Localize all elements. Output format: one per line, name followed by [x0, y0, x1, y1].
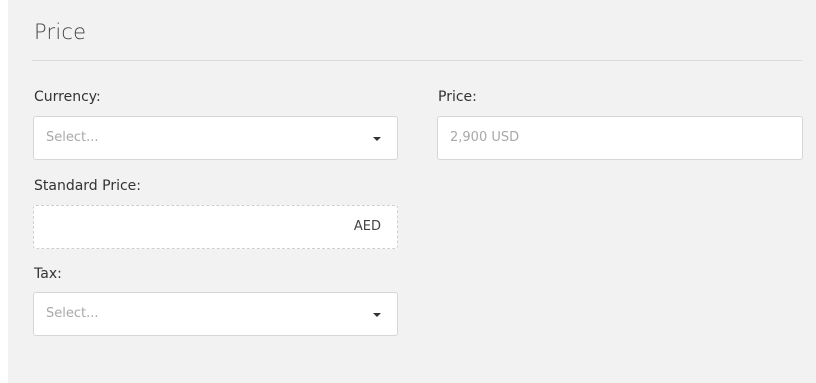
currency-label: Currency:: [34, 89, 101, 105]
standard-price-field[interactable]: AED: [33, 205, 398, 249]
section-title: Price: [34, 20, 87, 44]
currency-select-placeholder: Select...: [46, 130, 99, 145]
price-label: Price:: [438, 89, 477, 105]
chevron-down-icon: [373, 313, 381, 317]
tax-label: Tax:: [34, 266, 62, 282]
standard-price-currency-suffix: AED: [353, 219, 381, 234]
tax-select[interactable]: Select...: [33, 292, 398, 336]
price-field-value: 2,900 USD: [450, 130, 520, 145]
tax-select-placeholder: Select...: [46, 306, 99, 321]
price-field[interactable]: 2,900 USD: [437, 116, 803, 160]
currency-select[interactable]: Select...: [33, 116, 398, 160]
standard-price-label: Standard Price:: [34, 178, 142, 194]
section-divider: [32, 60, 802, 61]
chevron-down-icon: [373, 137, 381, 141]
price-panel: Price Currency: Select... Price: 2,900 U…: [8, 0, 816, 383]
